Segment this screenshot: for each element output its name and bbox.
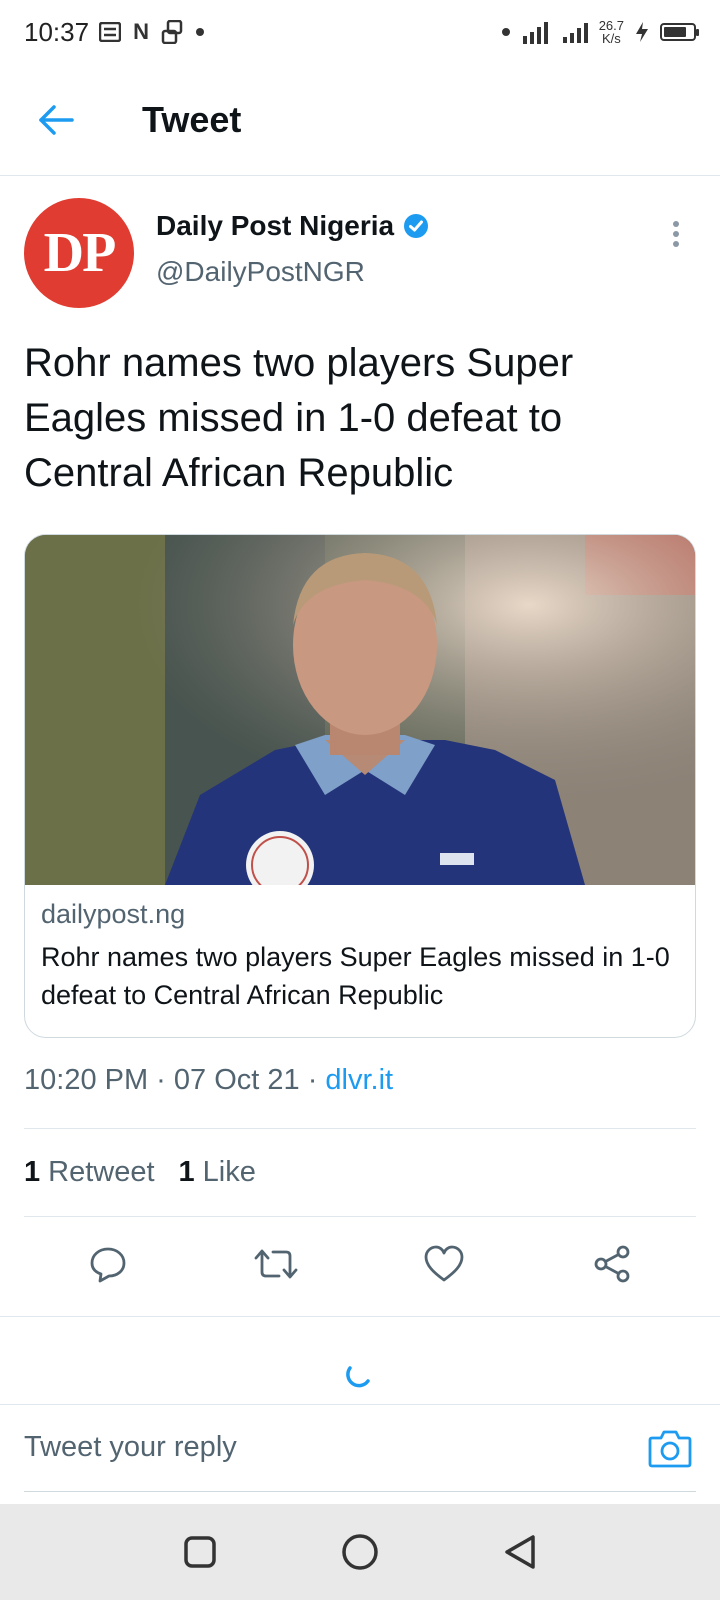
reply-input[interactable]	[24, 1431, 584, 1464]
net-speed: 26.7 K/s	[599, 19, 624, 45]
tweet-stats: 1 Retweet 1 Like	[24, 1156, 256, 1189]
verified-badge-icon	[404, 214, 429, 238]
card-domain: dailypost.ng	[41, 899, 186, 929]
header: Tweet	[0, 64, 720, 176]
author-name-row: Daily Post Nigeria	[156, 210, 430, 242]
dot-icon	[501, 28, 510, 36]
battery-fill	[664, 27, 686, 37]
link-icon	[161, 20, 183, 44]
back-button[interactable]	[24, 88, 88, 152]
circle-icon	[342, 1534, 378, 1570]
status-right: 26.7 K/s	[501, 19, 699, 45]
charging-icon	[636, 22, 648, 42]
loading-spinner-icon	[346, 1366, 370, 1388]
camera-button[interactable]	[644, 1422, 696, 1474]
tweet-text: Rohr names two players Super Eagles miss…	[24, 341, 574, 495]
notification-icons: N	[99, 19, 205, 45]
message-icon	[99, 22, 122, 42]
square-icon	[184, 1536, 216, 1568]
status-bar: 10:37 N 26.7 K/s	[0, 0, 720, 64]
battery-icon	[660, 23, 699, 41]
dot-icon	[195, 28, 204, 36]
retweet-icon	[254, 1249, 298, 1279]
card-image	[25, 535, 695, 885]
likes-count: 1	[178, 1156, 195, 1188]
reply-button[interactable]	[78, 1234, 138, 1294]
signal-icon	[522, 22, 548, 44]
tweet-actions	[24, 1224, 696, 1304]
author-name[interactable]: Daily Post Nigeria	[156, 210, 394, 242]
card-body: dailypost.ng Rohr names two players Supe…	[25, 885, 695, 1014]
reply-icon	[90, 1247, 126, 1283]
back-nav-button[interactable]	[490, 1522, 550, 1582]
share-icon	[594, 1245, 630, 1283]
status-left: 10:37 N	[24, 17, 205, 48]
tweet-source-link[interactable]: dlvr.it	[325, 1064, 393, 1096]
tweet-meta: 10:20 PM · 07 Oct 21 · dlvr.it	[24, 1064, 393, 1097]
signal-icon-secondary	[562, 23, 588, 43]
divider	[24, 1216, 696, 1217]
retweets-label: Retweet	[48, 1156, 155, 1188]
author-handle[interactable]: @DailyPostNGR	[156, 256, 430, 288]
like-button[interactable]	[414, 1234, 474, 1294]
retweet-button[interactable]	[246, 1234, 306, 1294]
link-card[interactable]: dailypost.ng Rohr names two players Supe…	[24, 534, 696, 1038]
author-info: Daily Post Nigeria @DailyPostNGR	[156, 210, 430, 288]
home-button[interactable]	[330, 1522, 390, 1582]
more-vertical-icon	[673, 221, 679, 247]
net-speed-unit: K/s	[601, 31, 621, 46]
avatar[interactable]: DP	[24, 198, 134, 308]
retweets-count: 1	[24, 1156, 41, 1188]
reply-bar	[24, 1404, 696, 1492]
system-nav-bar	[0, 1504, 720, 1600]
arrow-left-icon	[39, 104, 74, 135]
recents-button[interactable]	[170, 1522, 230, 1582]
page-title: Tweet	[142, 98, 242, 140]
card-photo	[25, 535, 695, 885]
more-options-button[interactable]	[656, 214, 696, 254]
camera-icon	[648, 1430, 692, 1467]
share-button[interactable]	[582, 1234, 642, 1294]
retweets-stat[interactable]: 1 Retweet	[24, 1156, 155, 1189]
divider	[0, 1316, 720, 1317]
card-title: Rohr names two players Super Eagles miss…	[41, 942, 670, 1010]
likes-stat[interactable]: 1 Like	[179, 1156, 256, 1189]
avatar-logo-text: DP	[43, 222, 117, 284]
tweet-timestamp: 10:20 PM · 07 Oct 21 ·	[24, 1064, 326, 1096]
tweet-author: DP Daily Post Nigeria @DailyPostNGR	[24, 198, 696, 310]
likes-label: Like	[202, 1156, 256, 1188]
divider	[24, 1128, 696, 1129]
news-app-icon: N	[133, 19, 149, 44]
triangle-back-icon	[505, 1535, 535, 1569]
heart-icon	[424, 1245, 464, 1282]
status-time: 10:37	[24, 16, 90, 47]
